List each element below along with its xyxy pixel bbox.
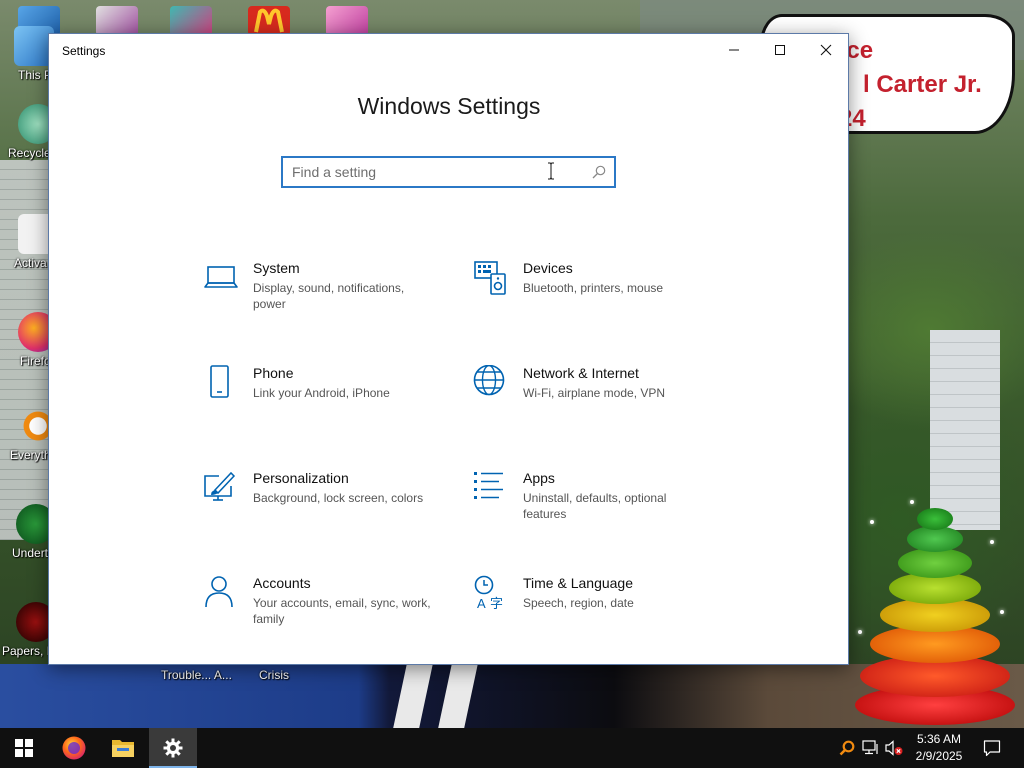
category-description: Link your Android, iPhone (253, 386, 390, 400)
windows-logo-icon (15, 739, 33, 757)
desktop-mcdonalds-icon[interactable] (248, 6, 290, 36)
title-bar[interactable]: Settings (49, 34, 848, 67)
desktop-game-icon[interactable] (170, 6, 212, 36)
category-description: Wi-Fi, airplane mode, VPN (523, 386, 666, 400)
minimize-icon (729, 49, 739, 51)
category-name: Apps (523, 470, 555, 486)
minimize-button[interactable] (711, 34, 757, 66)
text-cursor-icon (548, 162, 554, 180)
search-icon[interactable] (592, 165, 606, 179)
window-title: Settings (62, 44, 106, 58)
category-name: System (253, 260, 300, 276)
category-name: Network & Internet (523, 365, 639, 381)
svg-text:字: 字 (490, 596, 503, 611)
folder-icon (112, 740, 134, 757)
apps-list-icon (474, 472, 503, 499)
phone-icon (210, 365, 229, 398)
desktop-app-icon[interactable] (96, 6, 138, 36)
gear-icon (163, 738, 183, 758)
category-description: Bluetooth, printers, mouse (523, 281, 664, 295)
category-description: Speech, region, date (523, 596, 634, 610)
desktop-icon-activate[interactable]: Activa (0, 214, 58, 270)
laptop-icon (204, 266, 238, 288)
category-name: Time & Language (523, 575, 633, 591)
desktop-icon-firefox[interactable]: Firefo (0, 312, 58, 368)
desktop-label-crisis[interactable]: Crisis (259, 668, 289, 682)
taskbar-file-explorer[interactable] (99, 728, 147, 768)
category-description: Background, lock screen, colors (253, 491, 424, 505)
clock-date: 2/9/2025 (915, 749, 963, 763)
category-name: Accounts (253, 575, 311, 591)
magnifier-icon (839, 740, 855, 756)
everything-search-tray[interactable] (836, 728, 858, 768)
volume-muted-icon (885, 740, 903, 756)
time-language-icon: A 字 (474, 575, 503, 611)
paint-icon (204, 471, 236, 501)
category-description: Display, sound, notifications, power (253, 281, 405, 311)
network-icon (862, 740, 878, 755)
desktop-icon-papers-please[interactable]: Papers, P (0, 602, 56, 658)
search-input[interactable] (283, 158, 583, 186)
firefox-icon (62, 736, 86, 760)
category-phone[interactable]: Phone Link your Android, iPhone (203, 365, 433, 429)
start-button[interactable] (0, 728, 48, 768)
devices-icon (474, 261, 506, 295)
christmas-tree-decoration (850, 490, 1020, 725)
close-button[interactable] (803, 34, 849, 66)
bubble-line-2: l Carter Jr. (863, 71, 982, 98)
close-icon (820, 44, 832, 56)
search-box[interactable] (281, 156, 616, 188)
maximize-icon (775, 45, 785, 55)
desktop-icon-this-pc[interactable]: This P (0, 26, 54, 82)
volume-tray[interactable] (883, 728, 905, 768)
action-center-button[interactable] (978, 728, 1006, 768)
category-time-language[interactable]: A 字 Time & Language Speech, region, date (473, 575, 703, 639)
settings-window: Settings Windows Settings System Display… (48, 33, 849, 665)
page-title: Windows Settings (357, 93, 541, 119)
category-accounts[interactable]: Accounts Your accounts, email, sync, wor… (203, 575, 433, 639)
category-system[interactable]: System Display, sound, notifications, po… (203, 260, 433, 324)
desktop-icon-recycle[interactable]: Recycle (0, 104, 58, 160)
maximize-button[interactable] (757, 34, 803, 66)
globe-icon (473, 365, 505, 396)
clock-time: 5:36 AM (916, 732, 962, 746)
category-apps[interactable]: Apps Uninstall, defaults, optional featu… (473, 470, 703, 534)
taskbar-settings[interactable] (149, 728, 197, 768)
person-icon (205, 576, 233, 608)
category-name: Phone (253, 365, 294, 381)
taskbar-firefox[interactable] (50, 728, 98, 768)
category-description: Uninstall, defaults, optional features (523, 491, 667, 521)
desktop-icon-everything[interactable]: Everyth (0, 406, 58, 462)
desktop-character-icon[interactable] (326, 6, 368, 36)
desktop-label-troubleshoot[interactable]: Trouble... A... (161, 668, 232, 682)
notification-icon (983, 740, 1001, 757)
taskbar-clock[interactable]: 5:36 AM 2/9/2025 (904, 731, 974, 765)
network-status-tray[interactable] (860, 728, 882, 768)
taskbar: 5:36 AM 2/9/2025 (0, 728, 1024, 768)
category-description: Your accounts, email, sync, work, family (253, 596, 431, 626)
category-devices[interactable]: Devices Bluetooth, printers, mouse (473, 260, 703, 324)
category-name: Devices (523, 260, 573, 276)
category-name: Personalization (253, 470, 349, 486)
category-network[interactable]: Network & Internet Wi-Fi, airplane mode,… (473, 365, 703, 429)
category-personalization[interactable]: Personalization Background, lock screen,… (203, 470, 433, 534)
svg-text:A: A (477, 596, 486, 611)
desktop-icon-undertale[interactable]: Underta (0, 504, 56, 560)
